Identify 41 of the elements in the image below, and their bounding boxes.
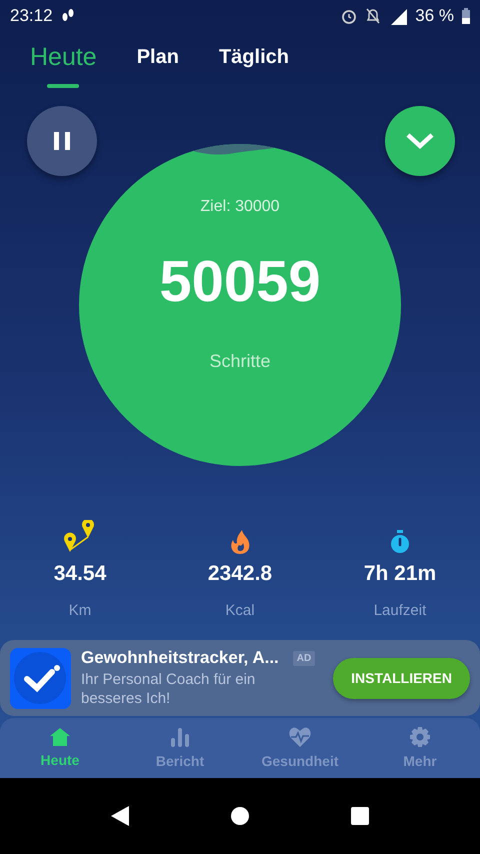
footprints-icon xyxy=(60,8,75,24)
stat-value: 7h 21m xyxy=(364,562,436,586)
ad-banner[interactable]: Gewohnheitstracker, A... AD Ihr Personal Coach für ein besseres Ich! INSTALLIEREN xyxy=(0,640,480,716)
battery-percent: 36 % xyxy=(415,6,454,26)
stopwatch-icon xyxy=(390,530,410,554)
stat-value: 2342.8 xyxy=(208,562,272,586)
tab[interactable]: Plan xyxy=(136,46,179,94)
tab[interactable]: Täglich xyxy=(218,46,289,94)
stat-unit: Km xyxy=(68,602,92,619)
chevron-down-icon xyxy=(405,131,435,151)
heartbeat-icon xyxy=(289,727,311,747)
muted-bell-icon xyxy=(365,8,382,24)
signal-icon xyxy=(389,7,408,25)
steps-label: Schritte xyxy=(209,351,271,372)
back-button[interactable] xyxy=(111,806,129,826)
home-button[interactable] xyxy=(231,807,249,825)
dropdown-button[interactable] xyxy=(385,106,455,176)
bar-chart-icon xyxy=(170,728,190,746)
ad-title: Gewohnheitstracker, A... xyxy=(81,648,279,668)
tab[interactable]: Heute xyxy=(30,46,97,94)
step-count: 50059 xyxy=(159,248,321,315)
pause-icon xyxy=(53,132,71,150)
alarm-icon xyxy=(341,8,358,24)
settings-icon xyxy=(410,727,430,747)
install-button[interactable]: INSTALLIEREN xyxy=(333,658,470,698)
goal-text: Ziel: 30000 xyxy=(200,198,280,216)
stat-value: 34.54 xyxy=(54,562,106,586)
stat-unit: Laufzeit xyxy=(374,602,426,619)
battery-icon xyxy=(462,8,470,24)
app-checkmark-icon xyxy=(10,648,71,708)
clock-time: 23:12 xyxy=(10,6,53,26)
ad-description: Ihr Personal Coach für ein besseres Ich! xyxy=(81,670,256,708)
nav-item[interactable]: Heute xyxy=(0,718,120,778)
nav-item[interactable]: Gesundheit xyxy=(240,718,360,778)
ad-badge: AD xyxy=(292,650,316,666)
flame-icon xyxy=(229,530,251,554)
nav-item[interactable]: Mehr xyxy=(360,718,480,778)
stat-unit: Kcal xyxy=(225,602,255,619)
nav-item[interactable]: Bericht xyxy=(120,718,240,778)
pause-button[interactable] xyxy=(27,106,97,176)
home-icon xyxy=(50,728,70,746)
